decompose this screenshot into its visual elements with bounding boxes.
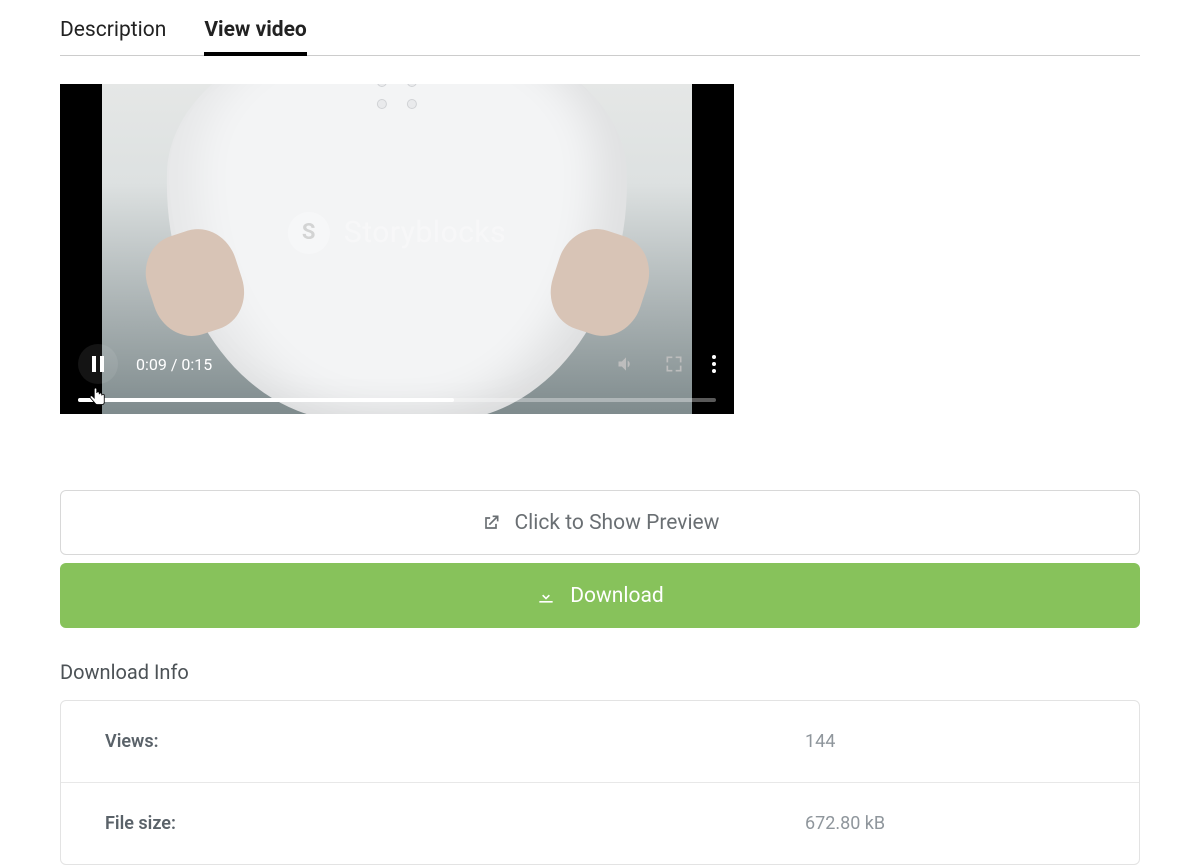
- time-display: 0:09 / 0:15: [136, 355, 212, 374]
- video-controls: 0:09 / 0:15: [60, 334, 734, 414]
- progress-bar[interactable]: [78, 398, 716, 402]
- download-info-title: Download Info: [60, 660, 1140, 684]
- info-value: 144: [805, 731, 1095, 752]
- volume-icon: [616, 354, 636, 374]
- tab-bar: Description View video: [60, 18, 1140, 56]
- info-label: Views:: [105, 731, 805, 752]
- info-value: 672.80 kB: [805, 813, 1095, 834]
- show-preview-label: Click to Show Preview: [515, 511, 720, 535]
- video-player[interactable]: S Storyblocks 0:09 / 0:15: [60, 84, 734, 414]
- tab-description[interactable]: Description: [60, 18, 166, 55]
- download-icon: [536, 586, 556, 606]
- external-link-icon: [481, 513, 501, 533]
- progress-fill: [78, 398, 454, 402]
- download-button[interactable]: Download: [60, 563, 1140, 628]
- pause-button[interactable]: [78, 344, 118, 384]
- show-preview-button[interactable]: Click to Show Preview: [60, 490, 1140, 555]
- download-info-box: Views: 144 File size: 672.80 kB: [60, 700, 1140, 865]
- info-row-views: Views: 144: [61, 701, 1139, 783]
- download-label: Download: [570, 584, 664, 608]
- info-label: File size:: [105, 813, 805, 834]
- fullscreen-button[interactable]: [664, 354, 684, 374]
- info-row-filesize: File size: 672.80 kB: [61, 783, 1139, 864]
- more-options-button[interactable]: [712, 355, 716, 373]
- pause-icon: [92, 356, 104, 372]
- volume-button[interactable]: [616, 354, 636, 374]
- tab-view-video[interactable]: View video: [204, 18, 306, 56]
- fullscreen-icon: [664, 354, 684, 374]
- more-vertical-icon: [712, 355, 716, 359]
